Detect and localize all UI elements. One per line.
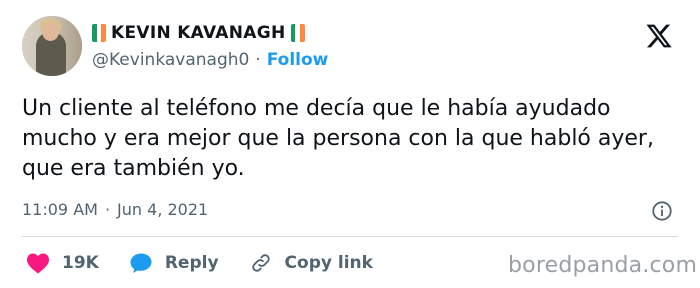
display-name[interactable]: KEVIN KAVANAGH	[111, 23, 286, 43]
tweet-time[interactable]: 11:09 AM	[22, 200, 98, 219]
like-count: 19K	[62, 253, 99, 273]
action-bar: 19K Reply Copy link	[26, 250, 403, 276]
ireland-flag-icon	[290, 24, 305, 42]
user-handle[interactable]: @Kevinkavanagh0	[92, 50, 249, 70]
separator-dot: ·	[104, 200, 111, 219]
separator-dot: ·	[255, 50, 261, 70]
like-button[interactable]: 19K	[26, 252, 99, 274]
watermark: boredpanda.com	[508, 253, 698, 278]
x-logo-icon[interactable]	[644, 22, 674, 50]
reply-label: Reply	[164, 253, 219, 273]
display-name-row[interactable]: KEVIN KAVANAGH	[92, 20, 305, 46]
ireland-flag-icon	[92, 24, 106, 42]
tweet-meta: 11:09 AM · Jun 4, 2021	[22, 200, 208, 219]
divider	[22, 236, 678, 237]
reply-button[interactable]: Reply	[129, 252, 219, 274]
follow-button[interactable]: Follow	[267, 50, 329, 70]
tweet-text: Un cliente al teléfono me decía que le h…	[22, 96, 654, 181]
copy-link-button[interactable]: Copy link	[249, 252, 373, 274]
tweet-date[interactable]: Jun 4, 2021	[117, 200, 208, 219]
link-icon	[251, 254, 270, 272]
info-icon[interactable]	[651, 200, 673, 222]
copy-link-label: Copy link	[284, 253, 373, 273]
speech-bubble-icon	[130, 253, 152, 273]
handle-row: @Kevinkavanagh0 · Follow	[92, 50, 328, 70]
avatar[interactable]	[22, 16, 82, 76]
heart-icon	[27, 253, 49, 274]
